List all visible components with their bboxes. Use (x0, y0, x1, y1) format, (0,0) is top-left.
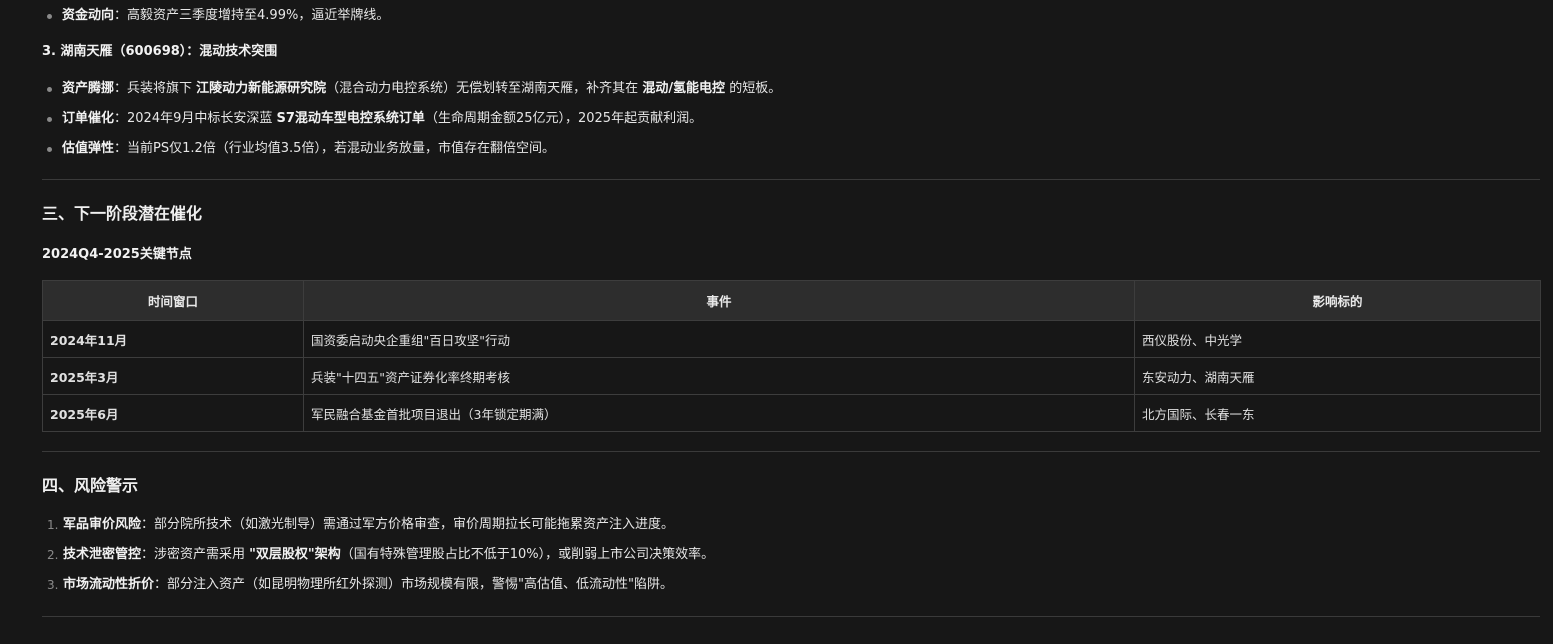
risk-text: ：部分注入资产（如昆明物理所红外探测）市场规模有限，警惕"高估值、低流动性"陷阱… (154, 577, 673, 592)
company-heading: 3. 湖南天雁（600698）：混动技术突围 (42, 44, 278, 59)
section-divider (42, 179, 1540, 180)
risk-emphasis: "双层股权"架构 (249, 547, 341, 562)
risk-text: ：部分院所技术（如激光制导）需通过军方价格审查，审价周期拉长可能拖累资产注入进度… (141, 517, 675, 532)
section-subtitle: 2024Q4-2025关键节点 (42, 247, 192, 262)
list-item: 3. 市场流动性折价：部分注入资产（如昆明物理所红外探测）市场规模有限，警惕"高… (42, 570, 714, 600)
list-item: 估值弹性：当前PS仅1.2倍（行业均值3.5倍），若混动业务放量，市值存在翻倍空… (42, 134, 781, 164)
risk-label: 市场流动性折价 (63, 577, 155, 592)
table-cell-target: 东安动力、湖南天雁 (1134, 357, 1541, 395)
table-row: 2025年6月 军民融合基金首批项目退出（3年锁定期满） 北方国际、长春一东 (42, 394, 1541, 432)
bullet-text: ：高毅资产三季度增持至4.99%，逼近举牌线。 (114, 8, 390, 23)
bullet-label: 估值弹性 (62, 141, 115, 156)
table-cell-time: 2025年3月 (42, 357, 304, 395)
bullet-emphasis: 混动/氢能电控 (642, 81, 726, 96)
list-item: 资产腾挪：兵装将旗下 江陵动力新能源研究院（混合动力电控系统）无偿划转至湖南天雁… (42, 74, 781, 104)
risk-text: （国有特殊管理股占比不低于10%），或削弱上市公司决策效率。 (340, 547, 715, 562)
bullet-dot (47, 147, 52, 152)
table-cell-event: 国资委启动央企重组"百日攻坚"行动 (303, 320, 1135, 358)
risk-label: 技术泄密管控 (63, 547, 142, 562)
column-header-event: 事件 (303, 280, 1135, 321)
bullet-text: ：当前PS仅1.2倍（行业均值3.5倍），若混动业务放量，市值存在翻倍空间。 (114, 141, 555, 156)
bullet-emphasis: 江陵动力新能源研究院 (196, 81, 327, 96)
table-cell-time: 2025年6月 (42, 394, 304, 432)
risk-text: ：涉密资产需采用 (141, 547, 250, 562)
bullet-label: 资金动向 (62, 8, 115, 23)
bullet-text: （生命周期金额25亿元），2025年起贡献利润。 (424, 111, 703, 126)
table-cell-target: 西仪股份、中光学 (1134, 320, 1541, 358)
list-number: 2. (47, 548, 59, 562)
bullet-list-company3: 资产腾挪：兵装将旗下 江陵动力新能源研究院（混合动力电控系统）无偿划转至湖南天雁… (42, 74, 781, 164)
section-divider (42, 616, 1540, 617)
bullet-dot (47, 117, 52, 122)
bullet-list-top: 资金动向：高毅资产三季度增持至4.99%，逼近举牌线。 (42, 1, 389, 31)
risk-label: 军品审价风险 (63, 517, 142, 532)
section-title: 三、下一阶段潜在催化 (42, 204, 203, 223)
column-header-time: 时间窗口 (42, 280, 304, 321)
list-item: 资金动向：高毅资产三季度增持至4.99%，逼近举牌线。 (42, 1, 389, 31)
bullet-text: （混合动力电控系统）无偿划转至湖南天雁，补齐其在 (326, 81, 643, 96)
section-title: 四、风险警示 (42, 476, 139, 495)
list-item: 1. 军品审价风险：部分院所技术（如激光制导）需通过军方价格审查，审价周期拉长可… (42, 510, 714, 540)
list-item: 订单催化：2024年9月中标长安深蓝 S7混动车型电控系统订单（生命周期金额25… (42, 104, 781, 134)
bullet-text: 的短板。 (725, 81, 782, 96)
table-cell-event: 军民融合基金首批项目退出（3年锁定期满） (303, 394, 1135, 432)
bullet-label: 订单催化 (62, 111, 115, 126)
column-header-target: 影响标的 (1134, 280, 1541, 321)
table-row: 2024年11月 国资委启动央企重组"百日攻坚"行动 西仪股份、中光学 (42, 320, 1541, 358)
bullet-text: ：2024年9月中标长安深蓝 (114, 111, 277, 126)
bullet-dot (47, 14, 52, 19)
bullet-dot (47, 87, 52, 92)
risk-list: 1. 军品审价风险：部分院所技术（如激光制导）需通过军方价格审查，审价周期拉长可… (42, 510, 714, 600)
table-cell-time: 2024年11月 (42, 320, 304, 358)
list-item: 2. 技术泄密管控：涉密资产需采用 "双层股权"架构（国有特殊管理股占比不低于1… (42, 540, 714, 570)
events-table-wrapper: 时间窗口 事件 影响标的 2024年11月 国资委启动央企重组"百日攻坚"行动 … (42, 280, 1541, 432)
table-header-row: 时间窗口 事件 影响标的 (42, 280, 1541, 321)
bullet-emphasis: S7混动车型电控系统订单 (276, 111, 425, 126)
list-number: 3. (47, 578, 59, 592)
section-divider (42, 451, 1540, 452)
table-row: 2025年3月 兵装"十四五"资产证券化率终期考核 东安动力、湖南天雁 (42, 357, 1541, 395)
table-cell-event: 兵装"十四五"资产证券化率终期考核 (303, 357, 1135, 395)
events-table: 时间窗口 事件 影响标的 2024年11月 国资委启动央企重组"百日攻坚"行动 … (42, 280, 1541, 432)
table-cell-target: 北方国际、长春一东 (1134, 394, 1541, 432)
bullet-label: 资产腾挪 (62, 81, 115, 96)
list-number: 1. (47, 518, 59, 532)
bullet-text: ：兵装将旗下 (114, 81, 197, 96)
